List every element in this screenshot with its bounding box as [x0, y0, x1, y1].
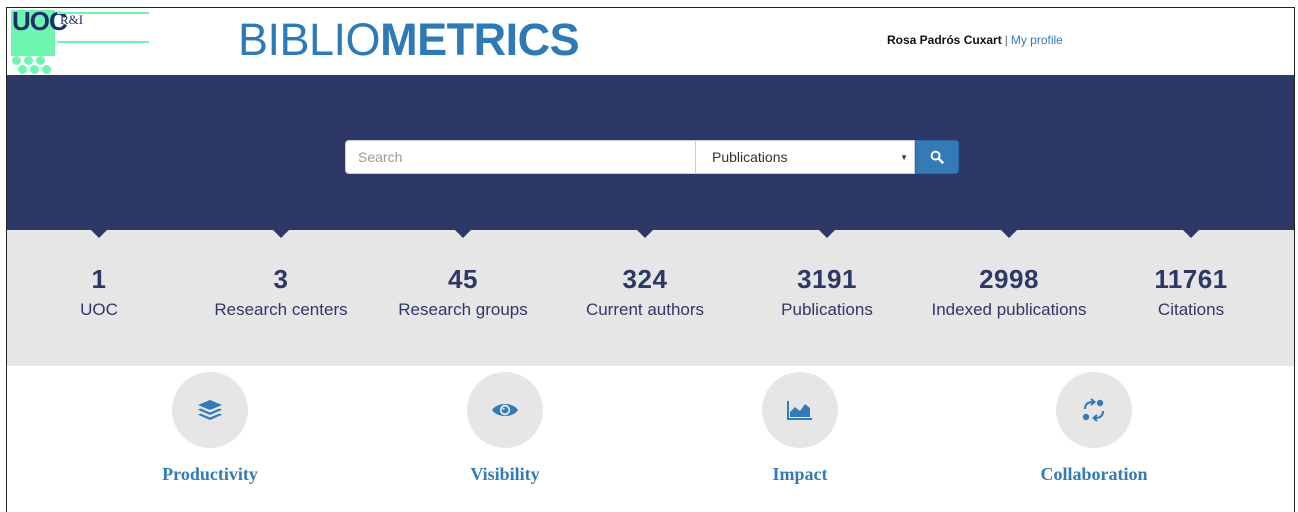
pointer-arrow — [1183, 230, 1199, 238]
stat-label: Indexed publications — [931, 300, 1087, 319]
stat-label: Research groups — [398, 300, 528, 319]
category-icon-circle — [467, 372, 543, 448]
pointer-arrow — [91, 230, 107, 238]
uoc-logo[interactable]: UOC R&I — [9, 8, 154, 75]
category-visibility[interactable]: Visibility — [405, 372, 605, 484]
stat-label: Citations — [1157, 300, 1225, 319]
pointer-arrow — [1001, 230, 1017, 238]
caret-down-icon: ▼ — [900, 153, 908, 162]
stat-label: Current authors — [585, 300, 705, 319]
stat-citations[interactable]: 11761 Citations — [1091, 230, 1291, 320]
brand-bold: METRICS — [380, 14, 580, 65]
stat-label: UOC — [80, 300, 118, 319]
search-input[interactable] — [345, 140, 695, 174]
stats-band: 1 UOC 3 Research centers 45 Research gro… — [7, 230, 1294, 366]
stat-uoc[interactable]: 1 UOC — [7, 230, 199, 320]
layers-icon — [198, 400, 222, 420]
category-label: Collaboration — [1040, 464, 1148, 484]
header: UOC R&I BIBLIOMETRICS Rosa Padrós Cuxart… — [7, 8, 1294, 75]
category-icon-circle — [762, 372, 838, 448]
stat-research-centers[interactable]: 3 Research centers — [181, 230, 381, 320]
page-frame: UOC R&I BIBLIOMETRICS Rosa Padrós Cuxart… — [6, 7, 1295, 512]
stat-publications[interactable]: 3191 Publications — [727, 230, 927, 320]
category-row: Productivity Visibility Impact Collabora… — [7, 366, 1294, 512]
category-label: Productivity — [162, 464, 258, 484]
stat-value: 3191 — [797, 264, 857, 294]
logo-dots — [12, 56, 56, 74]
stat-label: Research centers — [214, 300, 348, 319]
stat-current-authors[interactable]: 324 Current authors — [545, 230, 745, 320]
user-area: Rosa Padrós Cuxart | My profile — [887, 33, 1063, 47]
logo-line-top — [57, 12, 149, 14]
eye-icon — [492, 404, 518, 416]
search-icon — [930, 150, 944, 164]
category-productivity[interactable]: Productivity — [110, 372, 310, 484]
category-impact[interactable]: Impact — [700, 372, 900, 484]
my-profile-link[interactable]: My profile — [1011, 33, 1063, 47]
stat-label: Publications — [781, 300, 873, 319]
category-collaboration[interactable]: Collaboration — [994, 372, 1194, 484]
area-chart-icon — [787, 401, 812, 420]
brand-title: BIBLIOMETRICS — [238, 14, 580, 66]
category-icon-circle — [172, 372, 248, 448]
pointer-arrow — [819, 230, 835, 238]
user-name: Rosa Padrós Cuxart — [887, 33, 1002, 47]
pointer-arrow — [637, 230, 653, 238]
search-button[interactable] — [915, 140, 959, 174]
category-label: Impact — [772, 464, 828, 484]
search-type-select[interactable]: Publications ▼ — [695, 140, 915, 174]
stat-value: 11761 — [1154, 264, 1228, 294]
stat-research-groups[interactable]: 45 Research groups — [363, 230, 563, 320]
category-label: Visibility — [470, 464, 540, 484]
stat-value: 45 — [448, 264, 478, 294]
brand-light: BIBLIO — [238, 14, 381, 65]
category-icon-circle — [1056, 372, 1132, 448]
stat-indexed-publications[interactable]: 2998 Indexed publications — [909, 230, 1109, 320]
search-band: Publications ▼ — [7, 75, 1294, 230]
search-bar: Publications ▼ — [345, 140, 959, 174]
search-type-value: Publications — [712, 149, 788, 165]
stat-value: 2998 — [979, 264, 1039, 294]
pointer-arrow — [455, 230, 471, 238]
logo-line-bottom — [57, 41, 149, 43]
stat-value: 1 — [91, 264, 107, 294]
stat-value: 324 — [622, 264, 668, 294]
stat-value: 3 — [273, 264, 289, 294]
user-separator: | — [1004, 33, 1008, 47]
share-cycle-icon — [1082, 398, 1104, 422]
logo-subtitle: R&I — [60, 12, 84, 27]
pointer-arrow — [273, 230, 289, 238]
